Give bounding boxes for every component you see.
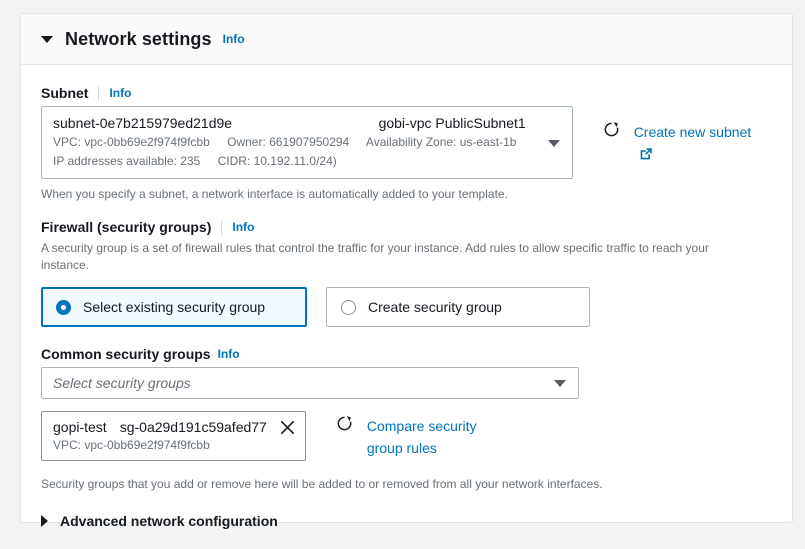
firewall-info-link[interactable]: Info [232, 220, 254, 234]
subnet-select-primary: subnet-0e7b215979ed21d9e gobi-vpc Public… [53, 115, 562, 131]
radio-tile-select-existing-security-group[interactable]: Select existing security group [41, 287, 307, 327]
security-group-vpc: VPC: vpc-0bb69e2f974f9fcbb [53, 438, 210, 452]
label-divider [98, 85, 100, 101]
subnet-vpc: VPC: vpc-0bb69e2f974f9fcbb [53, 135, 210, 149]
firewall-option-tiles: Select existing security group Create se… [41, 287, 772, 327]
label-divider [221, 219, 223, 235]
subnet-label-row: Subnet Info [41, 85, 772, 101]
create-new-subnet-link[interactable]: Create new subnet [634, 121, 772, 167]
external-link-icon [639, 145, 653, 167]
common-security-groups-label: Common security groups [41, 346, 211, 362]
common-sg-label-row: Common security groups Info [41, 346, 772, 362]
compare-rules-action: Compare security group rules [336, 415, 487, 459]
panel-body: Subnet Info subnet-0e7b215979ed21d9e gob… [21, 65, 792, 549]
subnet-ip-count: IP addresses available: 235 [53, 154, 201, 168]
radio-tile-label: Select existing security group [83, 299, 266, 315]
selected-security-groups-row: gopi-test sg-0a29d191c59afed77 VPC: vpc-… [41, 411, 772, 461]
firewall-label-row: Firewall (security groups) Info [41, 219, 772, 235]
create-new-subnet-label: Create new subnet [633, 124, 752, 140]
advanced-network-configuration-label: Advanced network configuration [60, 513, 278, 529]
firewall-description: A security group is a set of firewall ru… [41, 241, 709, 272]
chevron-down-icon[interactable] [547, 139, 560, 147]
subnet-id: subnet-0e7b215979ed21d9e [53, 115, 233, 131]
caret-right-icon[interactable] [41, 515, 48, 527]
refresh-icon[interactable] [603, 121, 620, 143]
close-icon[interactable] [280, 420, 295, 435]
security-group-name: gopi-test [53, 419, 107, 435]
common-sg-info-link[interactable]: Info [218, 347, 240, 361]
subnet-info-link[interactable]: Info [109, 86, 131, 100]
advanced-network-configuration-toggle[interactable]: Advanced network configuration [41, 513, 772, 529]
radio-tile-label: Create security group [368, 299, 502, 315]
subnet-name: gobi-vpc PublicSubnet1 [378, 115, 526, 131]
caret-down-icon[interactable] [41, 35, 53, 43]
radio-icon-selected[interactable] [56, 299, 71, 315]
security-group-id: sg-0a29d191c59afed77 [119, 419, 267, 435]
compare-security-group-rules-link[interactable]: Compare security group rules [367, 415, 487, 459]
panel-header[interactable]: Network settings Info [21, 14, 792, 65]
refresh-icon[interactable] [336, 415, 353, 437]
chevron-down-icon[interactable] [554, 380, 566, 387]
subnet-meta-line-2: IP addresses available: 235 CIDR: 10.192… [53, 153, 562, 169]
panel-info-link[interactable]: Info [223, 32, 245, 46]
create-subnet-action: Create new subnet [603, 121, 772, 167]
subnet-meta-line-1: VPC: vpc-0bb69e2f974f9fcbb Owner: 661907… [53, 134, 562, 150]
subnet-owner: Owner: 661907950294 [227, 135, 350, 149]
page-title: Network settings [65, 28, 212, 49]
subnet-hint: When you specify a subnet, a network int… [41, 187, 508, 201]
network-settings-panel: Network settings Info Subnet Info subnet… [20, 13, 793, 529]
security-group-token-main: gopi-test sg-0a29d191c59afed77 [53, 419, 295, 435]
subnet-label: Subnet [41, 85, 89, 101]
subnet-cidr: CIDR: 10.192.11.0/24) [217, 154, 337, 168]
radio-tile-create-security-group[interactable]: Create security group [326, 287, 590, 327]
subnet-row: subnet-0e7b215979ed21d9e gobi-vpc Public… [41, 106, 772, 179]
subnet-az: Availability Zone: us-east-1b [365, 135, 517, 149]
subnet-select[interactable]: subnet-0e7b215979ed21d9e gobi-vpc Public… [41, 106, 573, 179]
radio-icon-unselected[interactable] [341, 299, 356, 315]
security-groups-multiselect[interactable]: Select security groups [41, 367, 579, 399]
security-group-token: gopi-test sg-0a29d191c59afed77 VPC: vpc-… [41, 411, 306, 461]
firewall-label: Firewall (security groups) [41, 219, 212, 235]
security-groups-placeholder: Select security groups [53, 375, 191, 391]
security-groups-footnote: Security groups that you add or remove h… [41, 477, 603, 491]
